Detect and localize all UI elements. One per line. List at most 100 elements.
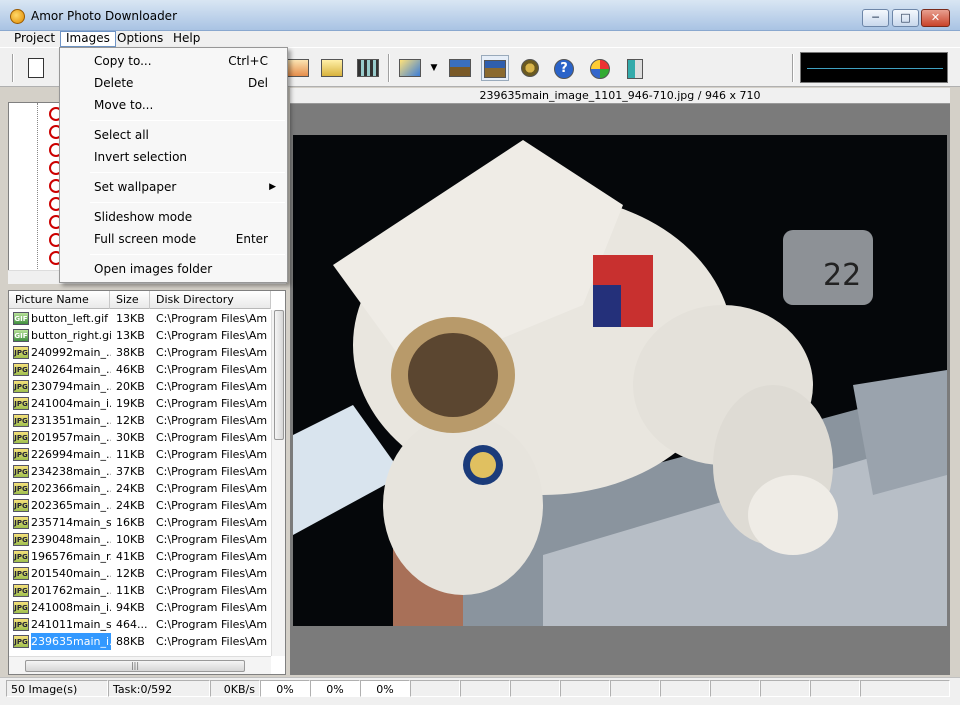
maximize-button[interactable]: □	[892, 9, 919, 27]
menu-open-images-folder[interactable]: Open images folder	[62, 258, 286, 280]
table-row[interactable]: JPG 226994main_... 11KB C:\Program Files\Am…	[9, 446, 271, 463]
file-directory: C:\Program Files\Am...	[156, 533, 268, 546]
file-size: 16KB	[116, 516, 145, 529]
minimize-button[interactable]: ─	[862, 9, 889, 27]
help-glyph: ?	[554, 59, 574, 79]
menu-move-to[interactable]: Move to...	[62, 94, 286, 116]
menu-invert-selection[interactable]: Invert selection	[62, 146, 286, 168]
menu-copy-shortcut: Ctrl+C	[228, 54, 268, 68]
new-project-icon[interactable]	[22, 55, 50, 81]
file-name: 201957main_...	[31, 431, 111, 444]
table-row[interactable]: JPG 234238main_... 37KB C:\Program Files\Am…	[9, 463, 271, 480]
close-button[interactable]: ✕	[921, 9, 950, 27]
list-rows: GIF button_left.gif 13KB C:\Program Files\A…	[9, 310, 271, 656]
column-disk-directory[interactable]: Disk Directory	[150, 291, 271, 309]
list-vertical-scrollbar[interactable]	[271, 310, 285, 656]
status-speed: 0KB/s	[210, 680, 260, 697]
file-size: 11KB	[116, 584, 145, 597]
file-size: 88KB	[116, 635, 145, 648]
table-row[interactable]: JPG241011main_s... 464... C:\Program Files…	[9, 616, 271, 633]
table-row[interactable]: JPG 231351main_... 12KB C:\Program Files\Am…	[9, 412, 271, 429]
image-icon[interactable]	[284, 55, 312, 81]
file-list[interactable]: Picture Name Size Disk Directory GIF butt…	[8, 290, 286, 675]
folder-icon[interactable]	[318, 55, 346, 81]
file-directory: C:\Program Files\Am...	[156, 567, 268, 580]
list-horizontal-scrollbar[interactable]: |||	[9, 656, 271, 674]
table-row[interactable]: JPG196576main_r... 41KB C:\Program Files\A…	[9, 548, 271, 565]
file-name: 235714main_s...	[31, 516, 111, 529]
table-row[interactable]: GIF button_left.gif 13KB C:\Program Files\A…	[9, 310, 271, 327]
menu-set-wallpaper[interactable]: Set wallpaper ▶	[62, 176, 286, 198]
menu-open-images-folder-label: Open images folder	[94, 262, 213, 276]
table-row[interactable]: GIF button_right.gif 13KB C:\Program Files\…	[9, 327, 271, 344]
menu-options[interactable]: Options	[112, 31, 168, 47]
table-row[interactable]: JPG235714main_s... 16KB C:\Program Files\A…	[9, 514, 271, 531]
file-directory: C:\Program Files\Am...	[156, 346, 268, 359]
file-size: 19KB	[116, 397, 145, 410]
dropdown-arrow-icon[interactable]: ▼	[426, 55, 442, 81]
tree-connector	[37, 103, 38, 269]
table-row[interactable]: JPG 240264main_... 46KB C:\Program Files\Am…	[9, 361, 271, 378]
menu-set-wallpaper-label: Set wallpaper	[94, 180, 177, 194]
menu-slideshow-mode[interactable]: Slideshow mode	[62, 206, 286, 228]
file-name: 240992main_...	[31, 346, 111, 359]
menu-help[interactable]: Help	[168, 31, 205, 47]
scrollbar-thumb[interactable]	[274, 310, 284, 440]
fit-image-icon[interactable]	[481, 55, 509, 81]
file-name: 241008main_i...	[31, 601, 111, 614]
status-task: Task:0/592	[108, 680, 210, 697]
table-row[interactable]: JPG 241004main_i... 19KB C:\Program Files\A…	[9, 395, 271, 412]
jpg-file-icon: JPG	[13, 550, 29, 563]
window-title: Amor Photo Downloader	[31, 9, 177, 23]
menu-delete[interactable]: Delete Del	[62, 72, 286, 94]
help-icon[interactable]: ?	[550, 55, 578, 81]
toolbar-separator	[12, 54, 14, 82]
file-directory: C:\Program Files\Am...	[156, 635, 268, 648]
table-row[interactable]: JPG 202366main_... 24KB C:\Program Files\Am…	[9, 480, 271, 497]
landscape-icon[interactable]	[446, 55, 474, 81]
table-row[interactable]: JPG 239048main_... 10KB C:\Program Files\Am…	[9, 531, 271, 548]
exit-icon[interactable]	[621, 55, 649, 81]
file-name: 202366main_...	[31, 482, 111, 495]
menu-copy-to-label: Copy to...	[94, 54, 152, 68]
table-row[interactable]: JPG 230794main_... 20KB C:\Program Files\Am…	[9, 378, 271, 395]
image-viewer[interactable]: 22	[290, 104, 950, 675]
file-name: 231351main_...	[31, 414, 111, 427]
menu-project[interactable]: Project	[9, 31, 60, 47]
file-name: 241004main_i...	[31, 397, 111, 410]
status-cell	[860, 680, 950, 697]
menu-select-all-label: Select all	[94, 128, 149, 142]
column-picture-name[interactable]: Picture Name	[9, 291, 110, 309]
column-size[interactable]: Size	[110, 291, 150, 309]
status-image-count: 50 Image(s)	[6, 680, 108, 697]
menu-delete-shortcut: Del	[248, 76, 268, 90]
menu-full-screen-mode[interactable]: Full screen mode Enter	[62, 228, 286, 250]
film-icon[interactable]	[354, 55, 382, 81]
menu-select-all[interactable]: Select all	[62, 124, 286, 146]
table-row[interactable]: JPG 239635main_i... 88KB C:\Program Files\A…	[9, 633, 271, 650]
menu-separator	[90, 120, 285, 121]
file-directory: C:\Program Files\Am...	[156, 601, 268, 614]
gif-file-icon: GIF	[13, 329, 29, 342]
settings-icon[interactable]	[516, 55, 544, 81]
table-row[interactable]: JPG 240992main_... 38KB C:\Program Files\Am…	[9, 344, 271, 361]
menu-images[interactable]: Images	[60, 31, 116, 47]
globe-icon[interactable]	[586, 55, 614, 81]
table-row[interactable]: JPG 241008main_i... 94KB C:\Program Files\A…	[9, 599, 271, 616]
table-row[interactable]: JPG 201762main_... 11KB C:\Program Files\Am…	[9, 582, 271, 599]
jpg-file-icon: JPG	[13, 346, 29, 359]
menu-separator	[90, 172, 285, 173]
table-row[interactable]: JPG 202365main_... 24KB C:\Program Files\Am…	[9, 497, 271, 514]
menu-copy-to[interactable]: Copy to... Ctrl+C	[62, 50, 286, 72]
scrollbar-thumb[interactable]: |||	[25, 660, 245, 672]
file-name: 201540main_...	[31, 567, 111, 580]
file-name: 239048main_...	[31, 533, 111, 546]
file-directory: C:\Program Files\Am...	[156, 584, 268, 597]
edit-icon[interactable]	[396, 55, 424, 81]
status-cell	[610, 680, 660, 697]
jpg-file-icon: JPG	[13, 431, 29, 444]
table-row[interactable]: JPG 201957main_... 30KB C:\Program Files\Am…	[9, 429, 271, 446]
table-row[interactable]: JPG 201540main_... 12KB C:\Program Files\Am…	[9, 565, 271, 582]
menu-bar: Project Images Options Help	[0, 31, 960, 47]
submenu-arrow-icon: ▶	[269, 182, 276, 192]
